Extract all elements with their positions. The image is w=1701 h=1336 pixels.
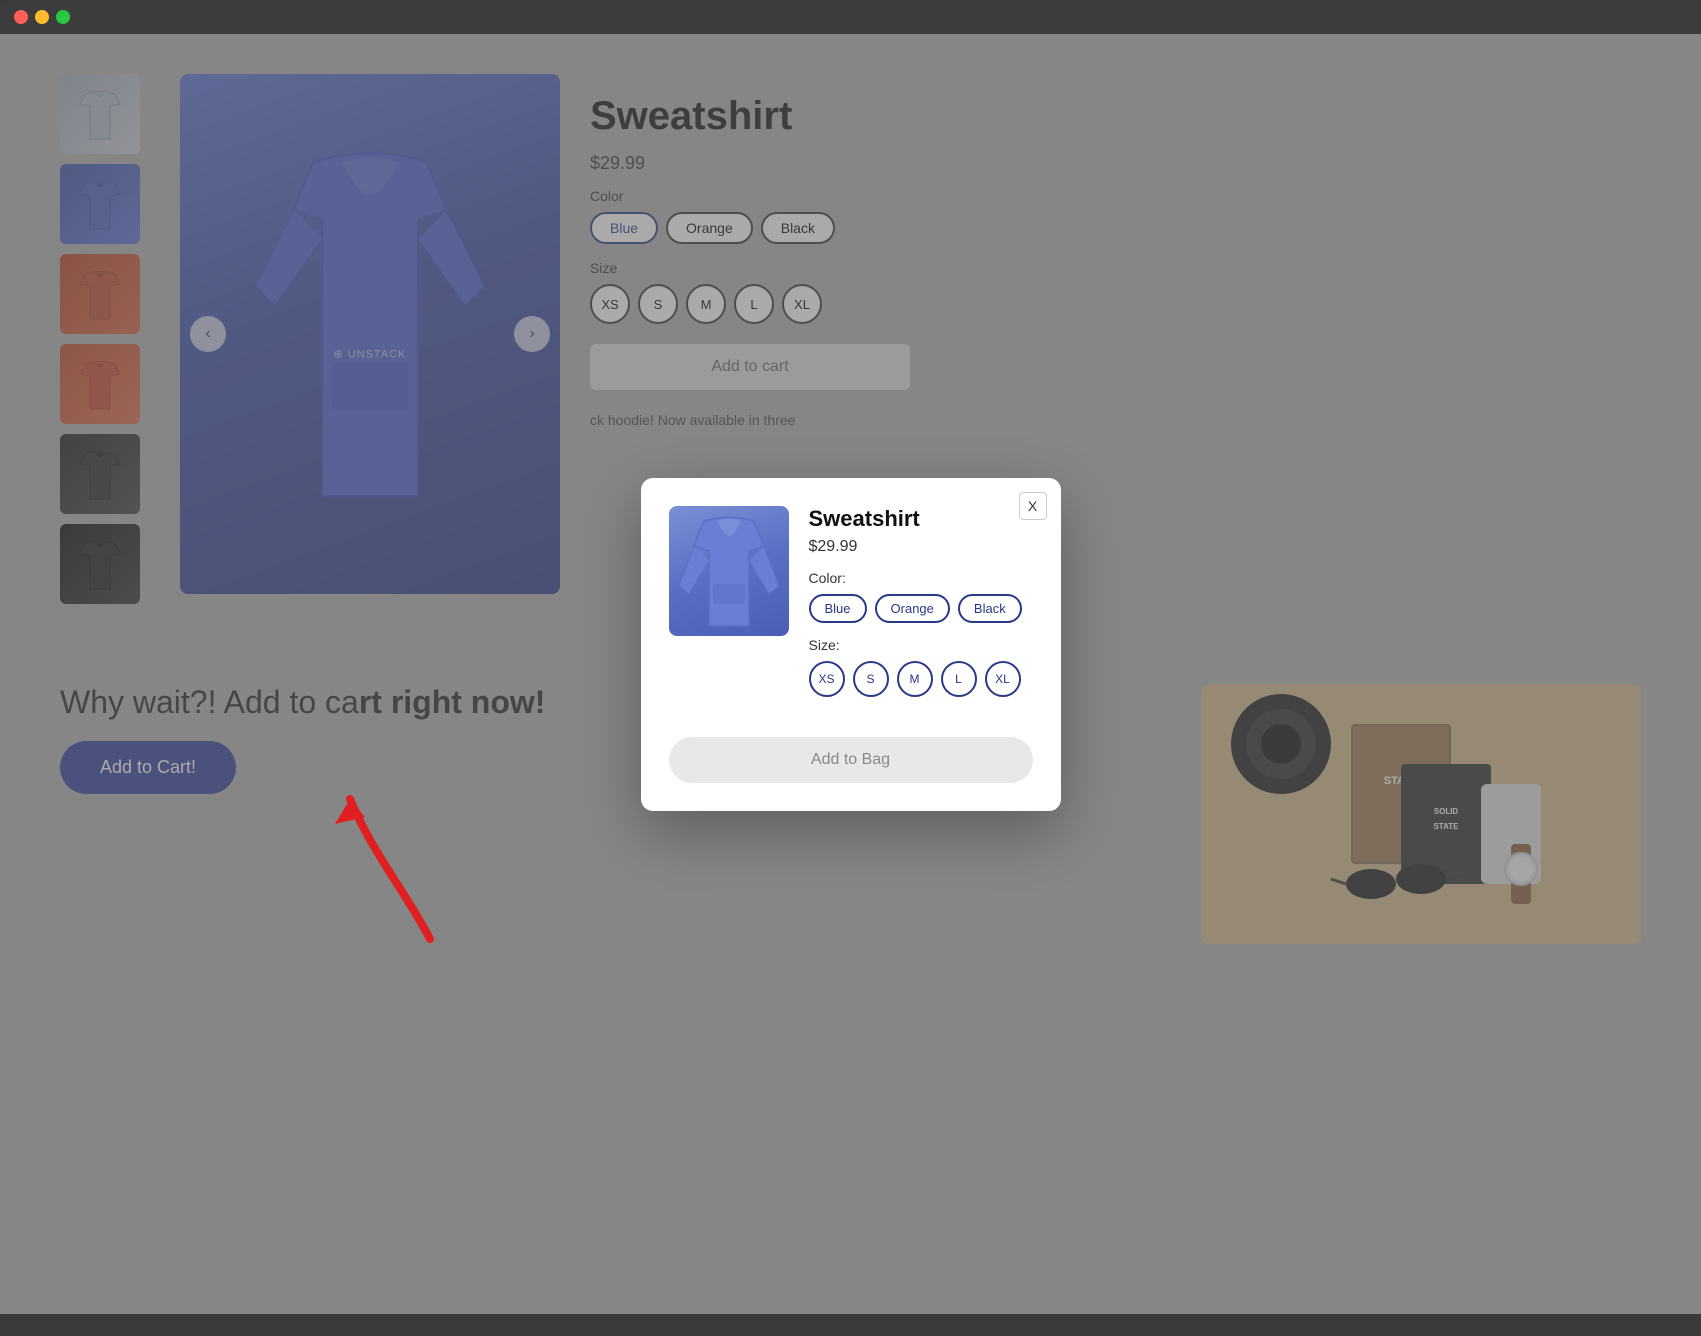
modal-color-orange[interactable]: Orange	[875, 594, 950, 623]
page-wrapper: ‹ ⊕ UNSTACK ›	[0, 34, 1701, 1314]
modal-color-black[interactable]: Black	[958, 594, 1022, 623]
traffic-light-red[interactable]	[14, 10, 28, 24]
modal-color-options: Blue Orange Black	[809, 594, 1033, 623]
traffic-light-green[interactable]	[56, 10, 70, 24]
modal-size-l[interactable]: L	[941, 661, 977, 697]
modal-header: Sweatshirt $29.99 Color: Blue Orange Bla…	[669, 506, 1033, 717]
modal-size-s[interactable]: S	[853, 661, 889, 697]
modal-product-price: $29.99	[809, 538, 1033, 556]
modal-size-xs[interactable]: XS	[809, 661, 845, 697]
modal-close-button[interactable]: X	[1019, 492, 1047, 520]
modal-product-name: Sweatshirt	[809, 506, 1033, 532]
modal-size-options: XS S M L XL	[809, 661, 1033, 697]
add-to-bag-button[interactable]: Add to Bag	[669, 737, 1033, 783]
modal-color-blue[interactable]: Blue	[809, 594, 867, 623]
modal-product-info: Sweatshirt $29.99 Color: Blue Orange Bla…	[809, 506, 1033, 717]
quick-add-modal: X Sweatshirt $29.99 C	[641, 478, 1061, 811]
traffic-light-yellow[interactable]	[35, 10, 49, 24]
browser-chrome	[0, 0, 1701, 34]
traffic-lights	[14, 10, 1687, 34]
modal-product-image	[669, 506, 789, 636]
modal-size-label: Size:	[809, 637, 1033, 653]
modal-size-m[interactable]: M	[897, 661, 933, 697]
modal-size-xl[interactable]: XL	[985, 661, 1021, 697]
modal-color-label: Color:	[809, 570, 1033, 586]
